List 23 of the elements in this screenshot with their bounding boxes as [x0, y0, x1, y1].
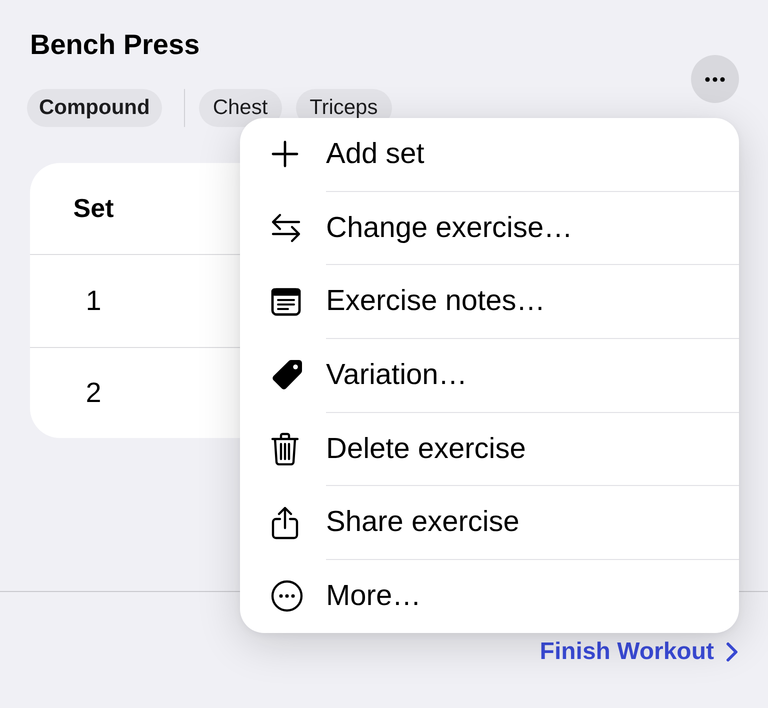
menu-item[interactable]: Variation… — [240, 339, 739, 412]
menu-item[interactable]: Delete exercise — [240, 412, 739, 486]
menu-item[interactable]: More… — [240, 560, 739, 633]
category-tag: Compound — [27, 89, 162, 127]
ellipsis-icon — [705, 76, 725, 82]
column-header: Set — [72, 193, 115, 224]
plus-icon — [271, 140, 299, 168]
menu-item[interactable]: Share exercise — [240, 486, 739, 560]
exercise-title: Bench Press — [30, 28, 200, 62]
finish-workout-link[interactable]: Finish Workout — [540, 638, 738, 666]
share-icon — [271, 506, 299, 540]
menu-item[interactable]: Change exercise… — [240, 192, 739, 264]
muscle-tag: Chest — [198, 89, 282, 127]
notes-icon — [271, 288, 301, 316]
more-button[interactable] — [691, 55, 739, 103]
tag-icon — [271, 359, 303, 392]
trash-icon — [271, 432, 299, 466]
table-cell-text: 2 — [84, 377, 102, 409]
table-cell-text: 1 — [84, 285, 102, 317]
ellipsis-circle-icon — [271, 580, 303, 612]
chevron-right-icon — [726, 642, 738, 662]
menu-item[interactable]: Exercise notes… — [240, 265, 739, 338]
swap-arrows-icon — [271, 213, 301, 244]
